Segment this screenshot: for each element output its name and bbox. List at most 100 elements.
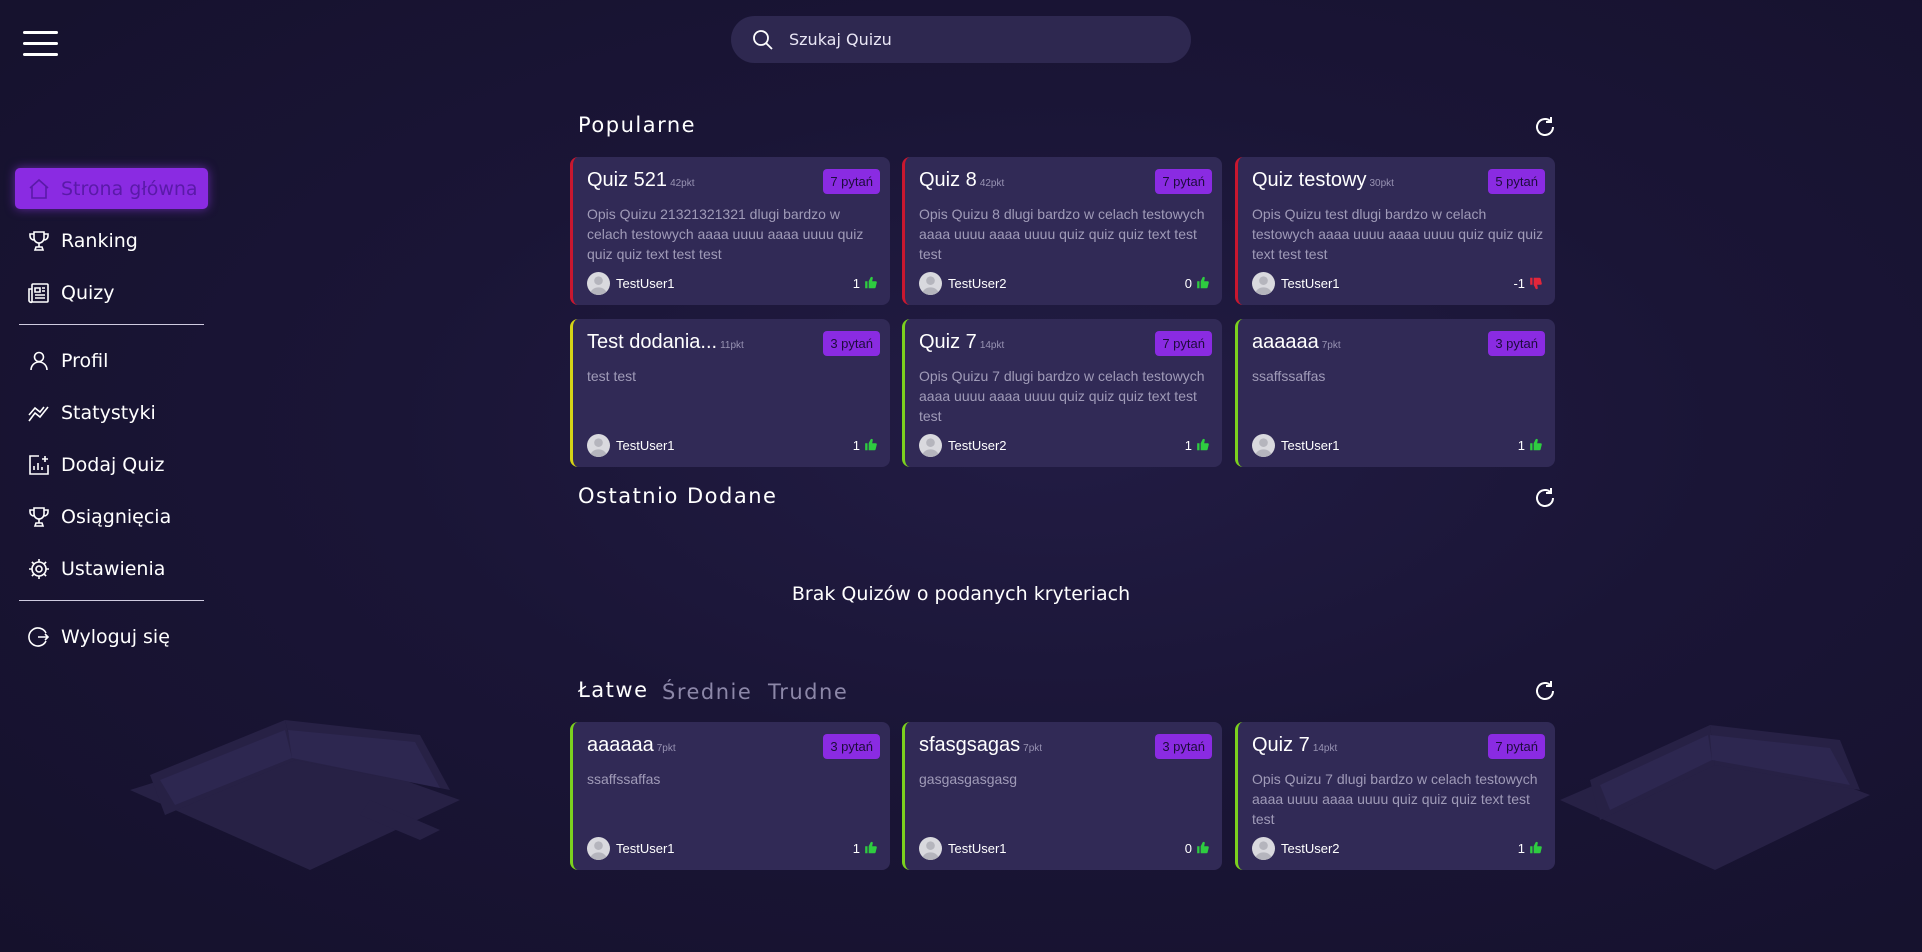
quiz-card-header: aaaaaa 7pkt 3 pytań [587, 734, 880, 760]
avatar [919, 836, 942, 860]
quiz-author[interactable]: TestUser1 [616, 438, 675, 453]
quiz-card-header: Quiz testowy 30pkt 5 pytań [1252, 169, 1545, 195]
vote-value: 1 [1184, 437, 1192, 453]
quiz-card[interactable]: Quiz 7 14pkt 7 pytań Opis Quizu 7 dlugi bar… [1235, 722, 1555, 870]
quiz-card[interactable]: Test dodania... 11pkt 3 pytań test test Test… [570, 319, 890, 467]
quiz-author[interactable]: TestUser1 [1281, 276, 1340, 291]
quiz-title: Quiz 521 [587, 169, 668, 191]
quiz-title: Test dodania... [587, 331, 718, 353]
empty-state-message: Brak Quizów o podanych kryteriach [791, 583, 1131, 605]
quiz-card-header: Test dodania... 11pkt 3 pytań [587, 331, 880, 357]
sidebar-item-label: Statystyki [61, 401, 156, 424]
quiz-card-header: Quiz 8 42pkt 7 pytań [919, 169, 1212, 195]
quiz-author[interactable]: TestUser1 [1281, 438, 1340, 453]
quiz-card[interactable]: Quiz testowy 30pkt 5 pytań Opis Quizu test … [1235, 157, 1555, 305]
tab-medium[interactable]: Średnie [662, 680, 752, 704]
quiz-card-header: aaaaaa 7pkt 3 pytań [1252, 331, 1545, 357]
quiz-description: Opis Quizu 7 dlugi bardzo w celach testo… [1252, 771, 1538, 827]
quiz-card[interactable]: Quiz 8 42pkt 7 pytań Opis Quizu 8 dlugi bar… [902, 157, 1222, 305]
questions-badge: 7 pytań [1488, 734, 1545, 759]
user-avatar-icon [1254, 275, 1273, 295]
quiz-author[interactable]: TestUser1 [616, 276, 675, 291]
quiz-author[interactable]: TestUser2 [948, 276, 1007, 291]
vote-count: 1 [853, 276, 878, 291]
avatar [919, 433, 942, 457]
sidebar-item-add-quiz[interactable]: Dodaj Quiz [15, 444, 208, 485]
vote-value: 0 [1184, 840, 1192, 856]
questions-badge: 7 pytań [1155, 331, 1212, 356]
quiz-card[interactable]: Quiz 521 42pkt 7 pytań Opis Quizu 213213213… [570, 157, 890, 305]
refresh-difficulty-button[interactable] [1533, 679, 1557, 703]
quiz-author[interactable]: TestUser2 [1281, 841, 1340, 856]
quiz-author[interactable]: TestUser2 [948, 438, 1007, 453]
sidebar-item-label: Ranking [61, 229, 138, 252]
vote-value: 1 [1517, 840, 1525, 856]
quiz-description: gasgasgasgasg [919, 771, 1018, 787]
sidebar-item-label: Dodaj Quiz [61, 453, 165, 476]
vote-count: 1 [853, 438, 878, 453]
questions-badge: 3 pytań [823, 734, 880, 759]
quiz-description: ssaffssaffas [1252, 368, 1326, 384]
quiz-card[interactable]: aaaaaa 7pkt 3 pytań ssaffssaffas TestUser1 1 [570, 722, 890, 870]
quiz-card[interactable]: Quiz 7 14pkt 7 pytań Opis Quizu 7 dlugi bar… [902, 319, 1222, 467]
vote-value: 1 [852, 840, 860, 856]
section-title-recent: Ostatnio Dodane [578, 484, 778, 508]
sidebar-item-logout[interactable]: Wyloguj się [15, 616, 208, 657]
sidebar-item-ranking[interactable]: Ranking [15, 220, 208, 261]
quiz-card[interactable]: aaaaaa 7pkt 3 pytań ssaffssaffas TestUser1 1 [1235, 319, 1555, 467]
questions-badge: 5 pytań [1488, 169, 1545, 194]
quiz-card-footer: TestUser1 1 [587, 433, 878, 457]
quiz-author[interactable]: TestUser1 [616, 841, 675, 856]
user-avatar-icon [1254, 840, 1273, 860]
quiz-card-footer: TestUser2 0 [919, 271, 1210, 295]
quiz-card-footer: TestUser1 1 [587, 271, 878, 295]
thumbs-up-icon [1197, 841, 1209, 854]
search-input[interactable] [787, 29, 1171, 50]
vote-value: 1 [1517, 437, 1525, 453]
book-illustration-right [1560, 725, 1870, 870]
sidebar-item-achievements[interactable]: Osiągnięcia [15, 496, 208, 537]
sidebar-item-profile[interactable]: Profil [15, 340, 208, 381]
vote-count: 0 [1185, 276, 1210, 291]
quiz-description: Opis Quizu 7 dlugi bardzo w celach testo… [919, 368, 1205, 424]
quiz-author[interactable]: TestUser1 [948, 841, 1007, 856]
refresh-popular-button[interactable] [1533, 115, 1557, 139]
avatar [1252, 271, 1275, 295]
quiz-points: 30pkt [1369, 178, 1394, 189]
tab-easy[interactable]: Łatwe [578, 678, 649, 702]
menu-toggle-button[interactable] [23, 31, 58, 57]
sidebar-item-statistics[interactable]: Statystyki [15, 392, 208, 433]
vote-count: 1 [1518, 841, 1543, 856]
questions-badge: 3 pytań [1488, 331, 1545, 356]
avatar [587, 836, 610, 860]
sidebar-item-home[interactable]: Strona główna [15, 168, 208, 209]
refresh-icon [1536, 488, 1554, 507]
vote-count: 1 [853, 841, 878, 856]
quiz-description: Opis Quizu 21321321321 dlugi bardzo w ce… [587, 206, 864, 262]
refresh-icon [1536, 681, 1554, 700]
quiz-card-footer: TestUser1 1 [1252, 433, 1543, 457]
thumbs-up-icon [1530, 438, 1542, 451]
user-avatar-icon [589, 840, 608, 860]
trophy-icon [29, 230, 49, 251]
quiz-title: Quiz 8 [919, 169, 977, 191]
user-avatar-icon [589, 275, 608, 295]
thumbs-up-icon [865, 438, 877, 451]
vote-value: 1 [852, 275, 860, 291]
refresh-recent-button[interactable] [1533, 486, 1557, 510]
logout-icon [28, 626, 50, 647]
tab-hard[interactable]: Trudne [768, 680, 848, 704]
quiz-points: 42pkt [979, 178, 1005, 189]
home-icon [29, 178, 49, 199]
vote-value: 0 [1184, 275, 1192, 291]
thumbs-up-icon [865, 276, 877, 289]
quiz-card[interactable]: sfasgsagas 7pkt 3 pytań gasgasgasgasg TestUs… [902, 722, 1222, 870]
vote-count: 0 [1185, 841, 1210, 856]
quiz-points: 42pkt [670, 178, 695, 189]
avatar [587, 433, 610, 457]
quiz-description: Opis Quizu 8 dlugi bardzo w celach testo… [919, 206, 1205, 262]
sidebar-item-label: Wyloguj się [61, 625, 170, 648]
sidebar-item-quizzes[interactable]: Quizy [15, 272, 208, 313]
user-avatar-icon [921, 437, 940, 457]
questions-badge: 3 pytań [823, 331, 880, 356]
